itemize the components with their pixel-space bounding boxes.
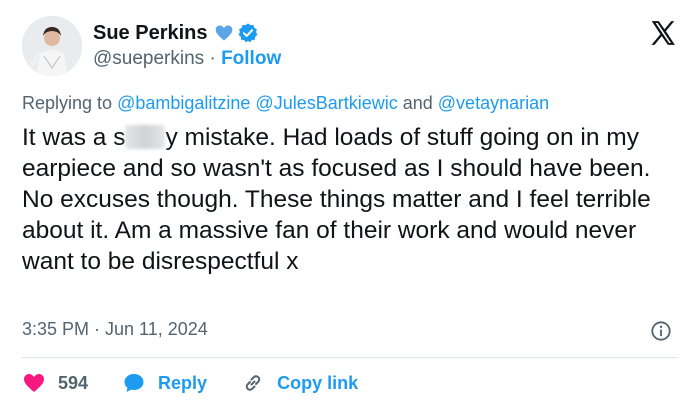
heart-icon <box>24 374 44 392</box>
follow-button[interactable]: Follow <box>221 48 281 70</box>
reply-label: Reply <box>158 372 208 393</box>
tweet-text-start: It was a s <box>22 124 126 151</box>
mention-link[interactable]: @vetaynarian <box>438 93 549 113</box>
tweet-text: It was a sy mistake. Had loads of stuff … <box>22 122 682 277</box>
blue-heart-icon <box>214 23 234 43</box>
reply-button[interactable]: Reply <box>122 371 207 395</box>
handle-separator: · <box>204 48 222 69</box>
reply-prefix: Replying to <box>22 93 118 113</box>
like-button[interactable]: 594 <box>22 371 88 395</box>
reply-bubble-icon <box>124 374 144 392</box>
x-logo-icon[interactable] <box>648 18 678 48</box>
author-name-row: Sue Perkins <box>93 20 259 46</box>
censored-word <box>125 125 166 149</box>
avatar[interactable] <box>22 16 82 76</box>
author-handle[interactable]: @sueperkins <box>93 48 204 70</box>
reply-and: and <box>397 93 438 113</box>
mention-link[interactable]: @JulesBartkiewic <box>255 93 397 113</box>
link-icon <box>245 375 261 391</box>
tweet-timestamp[interactable]: 3:35 PM · Jun 11, 2024 <box>22 319 208 340</box>
like-count: 594 <box>58 372 89 393</box>
avatar-image <box>22 16 82 76</box>
info-icon[interactable] <box>650 320 672 342</box>
divider <box>22 357 678 358</box>
author-name[interactable]: Sue Perkins <box>93 22 208 45</box>
handle-row: @sueperkins · Follow <box>93 48 281 70</box>
action-bar: 594 Reply Copy link <box>22 370 392 396</box>
reply-context: Replying to @bambigalitzine @JulesBartki… <box>22 93 549 114</box>
copy-link-label: Copy link <box>277 372 359 393</box>
copy-link-button[interactable]: Copy link <box>241 371 358 395</box>
mention-link[interactable]: @bambigalitzine <box>117 93 250 113</box>
verified-badge-icon <box>237 22 259 44</box>
